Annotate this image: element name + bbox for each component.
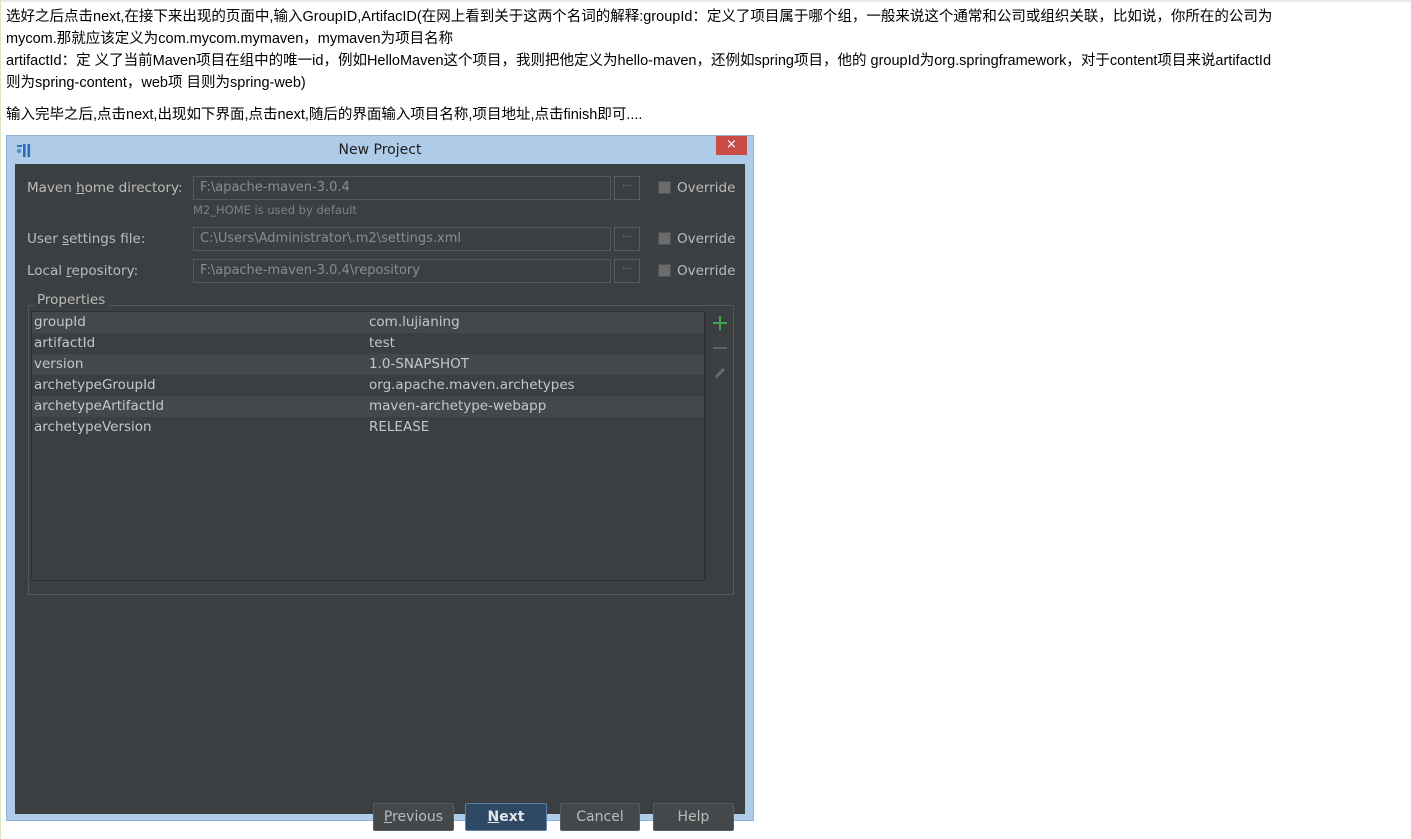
article-text: 选好之后点击next,在接下来出现的页面中,输入GroupID,ArtifacI…	[6, 6, 1406, 126]
label-part: ettings file:	[69, 231, 146, 247]
user-settings-override-checkbox[interactable]	[658, 232, 671, 245]
pencil-icon[interactable]	[710, 363, 730, 383]
top-divider	[0, 0, 1411, 2]
user-settings-override-label[interactable]: Override	[677, 231, 735, 247]
property-key: artifactId	[34, 335, 96, 351]
new-project-dialog: New Project × Maven home directory: F:\a…	[6, 135, 754, 831]
left-divider	[0, 0, 1, 839]
user-settings-browse-button[interactable]: ···	[614, 227, 640, 251]
properties-title: Properties	[34, 292, 109, 308]
local-repo-label: Local repository:	[27, 263, 138, 279]
property-value[interactable]: test	[369, 333, 395, 353]
label-part: User	[27, 231, 63, 247]
mnemonic: h	[76, 180, 85, 196]
property-row[interactable]: archetypeArtifactId maven-archetype-webap…	[32, 396, 704, 417]
properties-table: groupId com.lujianing artifactId test versio…	[31, 311, 705, 581]
article-line: 则为spring-content，web项 目则为spring-web)	[6, 75, 306, 91]
property-row[interactable]: artifactId test	[32, 333, 704, 354]
cancel-button[interactable]: Cancel	[560, 803, 640, 831]
local-repo-override-label[interactable]: Override	[677, 263, 735, 279]
label-part: epository:	[71, 263, 139, 279]
article-line: artifactId：定 义了当前Maven项目在组中的唯一id，例如Hello…	[6, 53, 1272, 69]
property-value[interactable]: maven-archetype-webapp	[369, 396, 546, 416]
maven-home-hint: M2_HOME is used by default	[193, 203, 357, 217]
minus-icon[interactable]	[710, 338, 730, 358]
property-value[interactable]: org.apache.maven.archetypes	[369, 375, 575, 395]
mnemonic: P	[383, 809, 393, 825]
close-button[interactable]: ×	[716, 136, 747, 155]
help-button[interactable]: Help	[653, 803, 734, 831]
maven-home-field[interactable]: F:\apache-maven-3.0.4	[193, 176, 611, 200]
user-settings-label: User settings file:	[27, 231, 145, 247]
close-icon: ×	[726, 137, 737, 152]
maven-home-override-label[interactable]: Override	[677, 180, 735, 196]
properties-toolbar	[705, 311, 734, 581]
property-key: archetypeGroupId	[34, 377, 156, 393]
local-repo-browse-button[interactable]: ···	[614, 259, 640, 283]
title-bar[interactable]: New Project ×	[7, 136, 753, 164]
article-line: 输入完毕之后,点击next,出现如下界面,点击next,随后的界面输入项目名称,…	[6, 107, 643, 123]
label-part: Local	[27, 263, 67, 279]
local-repo-field[interactable]: F:\apache-maven-3.0.4\repository	[193, 259, 611, 283]
dialog-title: New Project	[338, 142, 422, 158]
property-value[interactable]: 1.0-SNAPSHOT	[369, 354, 469, 374]
next-button[interactable]: Next	[465, 803, 547, 831]
maven-home-browse-button[interactable]: ···	[614, 176, 640, 200]
property-row[interactable]: archetypeGroupId org.apache.maven.archety…	[32, 375, 704, 396]
property-row[interactable]: archetypeVersion RELEASE	[32, 417, 704, 438]
mnemonic: N	[487, 809, 500, 825]
label-part: Maven	[27, 180, 77, 196]
article-line: 选好之后点击next,在接下来出现的页面中,输入GroupID,ArtifacI…	[6, 9, 1273, 25]
dialog-content: Maven home directory: F:\apache-maven-3.…	[15, 164, 745, 831]
property-key: groupId	[34, 314, 86, 330]
label-part: ome directory:	[84, 180, 183, 196]
property-key: archetypeVersion	[34, 419, 152, 435]
property-row[interactable]: groupId com.lujianing	[32, 312, 704, 333]
property-value[interactable]: RELEASE	[369, 417, 429, 437]
property-key: archetypeArtifactId	[34, 398, 165, 414]
maven-home-override-checkbox[interactable]	[658, 181, 671, 194]
property-value[interactable]: com.lujianing	[369, 312, 460, 332]
property-row[interactable]: version 1.0-SNAPSHOT	[32, 354, 704, 375]
article-line: mycom.那就应该定义为com.mycom.mymaven，mymaven为项…	[6, 31, 454, 47]
previous-button[interactable]: Previous	[373, 803, 454, 831]
property-key: version	[34, 356, 84, 372]
plus-icon[interactable]	[710, 313, 730, 333]
maven-home-label: Maven home directory:	[27, 180, 183, 196]
local-repo-override-checkbox[interactable]	[658, 264, 671, 277]
button-label: revious	[392, 809, 444, 825]
button-label: ext	[499, 809, 525, 825]
user-settings-field[interactable]: C:\Users\Administrator\.m2\settings.xml	[193, 227, 611, 251]
